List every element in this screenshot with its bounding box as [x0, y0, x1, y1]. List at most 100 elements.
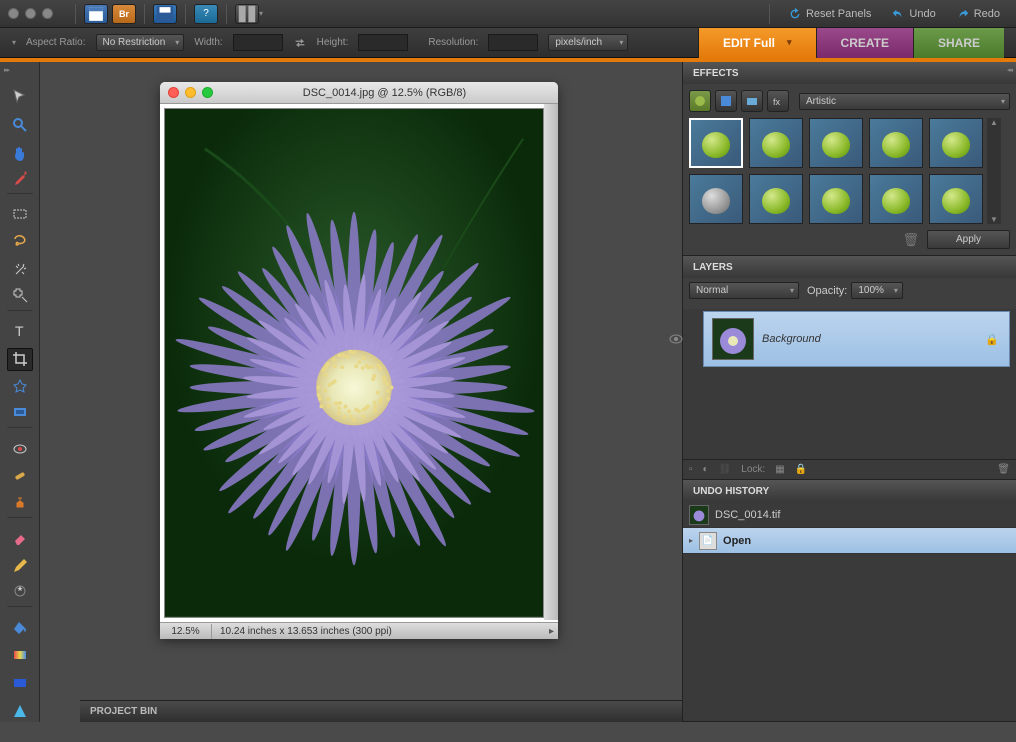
minimize-icon[interactable] [185, 87, 196, 98]
undo-button[interactable]: Undo [883, 4, 943, 24]
zoom-level[interactable]: 12.5% [160, 624, 212, 639]
effect-thumb[interactable] [929, 118, 983, 168]
filters-tab-icon[interactable] [689, 90, 711, 112]
lock-all-icon[interactable]: 🔒 [795, 464, 807, 475]
swap-icon[interactable] [293, 36, 307, 50]
effects-header[interactable]: EFFECTS [683, 62, 1016, 84]
project-bin[interactable]: PROJECT BIN [80, 700, 682, 722]
height-input[interactable] [358, 34, 408, 51]
width-input[interactable] [233, 34, 283, 51]
effects-panel: EFFECTS fx Artistic [683, 62, 1016, 256]
lasso-tool[interactable] [7, 231, 33, 254]
layer-list: Background 🔒 [683, 309, 1016, 459]
recompose-tool[interactable] [7, 403, 33, 428]
opacity-label: Opacity: [807, 285, 847, 297]
adjustment-layer-icon[interactable]: ◐ [703, 464, 709, 475]
create-mode-tab[interactable]: CREATE [816, 28, 913, 58]
move-tool[interactable] [7, 86, 33, 109]
lock-pixels-icon[interactable]: ▦ [775, 464, 784, 475]
reset-panels-button[interactable]: Reset Panels [780, 4, 879, 24]
image-content [165, 109, 543, 616]
aspect-ratio-dropdown[interactable]: No Restriction [96, 34, 185, 51]
effect-thumb[interactable] [749, 174, 803, 224]
units-dropdown[interactable]: pixels/inch [548, 34, 628, 51]
layer-row[interactable]: Background 🔒 [703, 311, 1010, 367]
effect-thumb[interactable] [929, 174, 983, 224]
undo-step-row[interactable]: ▸ 📄 Open [683, 528, 1016, 554]
cookie-cutter-tool[interactable] [7, 376, 33, 399]
svg-text:T: T [15, 323, 24, 339]
all-tab-icon[interactable]: fx [767, 90, 789, 112]
redo-label: Redo [974, 8, 1000, 20]
document-window[interactable]: DSC_0014.jpg @ 12.5% (RGB/8) [160, 82, 558, 637]
delete-layer-icon[interactable]: 🗑 [997, 464, 1010, 475]
hand-tool[interactable] [7, 141, 33, 164]
effect-thumb[interactable] [809, 174, 863, 224]
photo-effects-tab-icon[interactable] [741, 90, 763, 112]
new-layer-icon[interactable]: ▫ [689, 464, 693, 475]
refresh-icon [788, 7, 802, 21]
layers-panel: LAYERS Normal Opacity: 100% [683, 256, 1016, 480]
effect-thumb[interactable] [809, 118, 863, 168]
help-button[interactable]: ? [194, 4, 218, 24]
effects-category-dropdown[interactable]: Artistic [799, 93, 1010, 110]
effects-grid [689, 118, 983, 224]
svg-text:fx: fx [773, 97, 781, 107]
document-status-bar: 12.5% 10.24 inches x 13.653 inches (300 … [160, 622, 558, 639]
magic-wand-tool[interactable] [7, 258, 33, 281]
layers-header[interactable]: LAYERS [683, 256, 1016, 278]
arrange-button[interactable] [235, 4, 259, 24]
close-icon[interactable] [168, 87, 179, 98]
eraser-tool[interactable] [7, 527, 33, 550]
zoom-icon[interactable] [202, 87, 213, 98]
redo-icon [956, 7, 970, 21]
tools-palette: T [0, 62, 40, 722]
quick-selection-tool[interactable] [7, 286, 33, 311]
type-tool[interactable]: T [7, 320, 33, 343]
clone-tool[interactable] [7, 493, 33, 518]
undo-step-label: Open [723, 535, 751, 547]
apply-button[interactable]: Apply [927, 230, 1010, 249]
bridge-button[interactable]: Br [112, 4, 136, 24]
trash-icon[interactable]: 🗑 [902, 232, 919, 248]
width-label: Width: [194, 37, 222, 48]
save-button[interactable] [153, 4, 177, 24]
effect-thumb[interactable] [689, 118, 743, 168]
shape-tool[interactable] [7, 699, 33, 722]
effect-thumb[interactable] [869, 118, 923, 168]
effect-thumb[interactable] [869, 174, 923, 224]
lock-icon: 🔒 [985, 333, 999, 346]
vertical-scrollbar[interactable] [544, 104, 558, 620]
window-controls[interactable] [8, 8, 53, 19]
smart-brush-tool[interactable] [7, 582, 33, 607]
marquee-tool[interactable] [7, 203, 33, 226]
document-titlebar[interactable]: DSC_0014.jpg @ 12.5% (RGB/8) [160, 82, 558, 104]
effects-scrollbar[interactable]: ▲▼ [987, 118, 1001, 224]
zoom-tool[interactable] [7, 114, 33, 137]
paint-bucket-tool[interactable] [7, 616, 33, 639]
blend-mode-dropdown[interactable]: Normal [689, 282, 799, 299]
pencil-tool[interactable] [7, 555, 33, 578]
redeye-tool[interactable] [7, 437, 33, 460]
redo-button[interactable]: Redo [948, 4, 1008, 24]
opacity-input[interactable]: 100% [851, 282, 903, 299]
canvas-area: DSC_0014.jpg @ 12.5% (RGB/8) [40, 62, 682, 722]
layer-styles-tab-icon[interactable] [715, 90, 737, 112]
brush-tool[interactable] [7, 672, 33, 695]
effect-thumb[interactable] [749, 118, 803, 168]
undo-source-row[interactable]: DSC_0014.tif [683, 502, 1016, 528]
layer-visibility-toggle[interactable] [667, 311, 685, 367]
undo-history-header[interactable]: UNDO HISTORY [683, 480, 1016, 502]
layers-footer: ▫ ◐ ⛓ Lock: ▦ 🔒 🗑 [683, 459, 1016, 479]
share-mode-tab[interactable]: SHARE [913, 28, 1004, 58]
eyedropper-tool[interactable] [7, 169, 33, 194]
document-canvas[interactable] [164, 108, 544, 618]
gradient-tool[interactable] [7, 644, 33, 667]
crop-tool[interactable] [7, 348, 33, 371]
effect-thumb[interactable] [689, 174, 743, 224]
edit-mode-tab[interactable]: EDIT Full [698, 28, 816, 58]
healing-tool[interactable] [7, 465, 33, 488]
new-doc-button[interactable] [84, 4, 108, 24]
link-layers-icon[interactable]: ⛓ [719, 464, 732, 475]
resolution-input[interactable] [488, 34, 538, 51]
